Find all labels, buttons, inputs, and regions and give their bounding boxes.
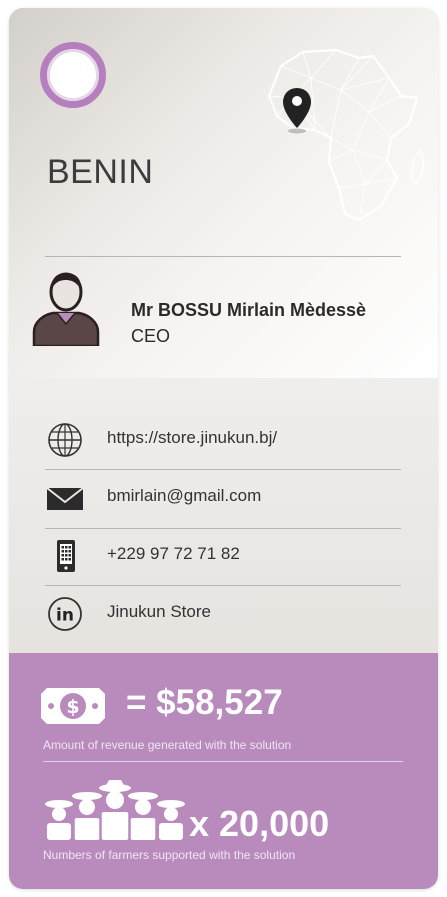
header-divider — [45, 256, 401, 257]
country-name: BENIN — [47, 153, 154, 191]
linkedin-link[interactable]: Jinukun Store — [107, 602, 211, 622]
stats-section: $ = $58,527 Amount of revenue generated … — [9, 653, 438, 889]
svg-text:in: in — [56, 606, 74, 626]
contact-website[interactable]: https://store.jinukun.bj/ — [45, 412, 400, 468]
linkedin-icon: in — [48, 597, 82, 631]
revenue-value: = $58,527 — [126, 683, 283, 722]
contacts-section: https://store.jinukun.bj/ bmirlain@gmail… — [9, 378, 438, 653]
person-name: Mr BOSSU Mirlain Mèdessè — [131, 300, 367, 320]
profile-card: BENIN Mr BOSSU Mirlain Mèdessè CEO https… — [9, 8, 438, 889]
mail-icon — [46, 487, 84, 510]
svg-text:$: $ — [66, 696, 79, 718]
globe-icon — [48, 423, 82, 457]
money-icon: $ — [41, 688, 105, 724]
location-pin-icon — [283, 88, 311, 134]
africa-map-icon — [267, 48, 425, 222]
farmers-label: Numbers of farmers supported with the so… — [43, 848, 296, 862]
phone-icon — [57, 540, 75, 572]
phone-number[interactable]: +229 97 72 71 82 — [107, 544, 240, 564]
person-icon — [32, 272, 100, 346]
stats-divider — [43, 761, 403, 762]
person-role: CEO — [131, 326, 171, 346]
contact-phone[interactable]: +229 97 72 71 82 — [45, 528, 400, 584]
status-circle — [40, 42, 106, 108]
revenue-label: Amount of revenue generated with the sol… — [43, 738, 292, 752]
contact-linkedin[interactable]: in Jinukun Store — [45, 586, 400, 642]
farmers-icon — [45, 780, 185, 840]
website-link[interactable]: https://store.jinukun.bj/ — [107, 428, 277, 448]
contact-email[interactable]: bmirlain@gmail.com — [45, 470, 400, 526]
email-link[interactable]: bmirlain@gmail.com — [107, 486, 261, 506]
farmers-value: x 20,000 — [189, 803, 330, 844]
header-section: BENIN Mr BOSSU Mirlain Mèdessè CEO — [9, 8, 438, 378]
